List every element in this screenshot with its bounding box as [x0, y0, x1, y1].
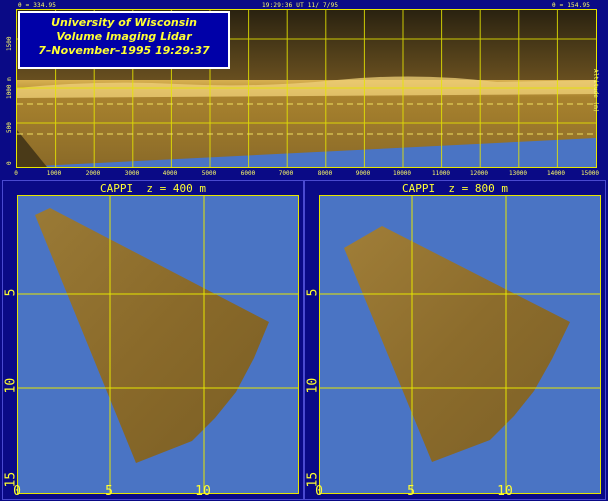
rhi-ytick-500: 500 [6, 122, 13, 133]
rhi-xtick: 3000 [124, 170, 140, 177]
cappi-plot-800[interactable] [319, 195, 601, 494]
rhi-xtick: 5000 [201, 170, 217, 177]
app-window: θ = 334.95 19:29:36 UT 11/ 7/95 θ = 154.… [0, 0, 608, 501]
rhi-ytick-0: 0 [6, 161, 13, 165]
rhi-left-azimuth: θ = 334.95 [18, 2, 57, 9]
cappi-xtick: 10 [195, 484, 211, 499]
cappi-ytick: 5 [3, 288, 19, 297]
cappi-image-800 [320, 196, 600, 493]
rhi-xtick: 15000 [580, 170, 600, 177]
rhi-xtick: 4000 [162, 170, 178, 177]
rhi-xtick: 9000 [355, 170, 371, 177]
rhi-xtick: 8000 [317, 170, 333, 177]
title-line-2: Volume Imaging Lidar [56, 30, 192, 43]
cappi-plot-400[interactable] [17, 195, 299, 494]
rhi-xtick: 2000 [85, 170, 101, 177]
cappi-ytick: 10 [305, 377, 321, 394]
rhi-xtick: 13000 [508, 170, 528, 177]
title-box: University of Wisconsin Volume Imaging L… [18, 11, 230, 69]
rhi-xtick: 10000 [392, 170, 412, 177]
title-line-1: University of Wisconsin [51, 16, 197, 29]
rhi-xtick: 12000 [469, 170, 489, 177]
rhi-xtick: 6000 [240, 170, 256, 177]
rhi-ytick-1000: 1000 m [6, 77, 13, 99]
rhi-xtick: 14000 [546, 170, 566, 177]
rhi-timestamp: 19:29:36 UT 11/ 7/95 [262, 2, 339, 9]
cappi-panel-400: CAPPI z = 400 m 5 10 15 0 5 10 [2, 180, 304, 500]
rhi-xtick: 1000 [46, 170, 62, 177]
title-line-3: 7–November–1995 19:29:37 [38, 44, 210, 57]
cappi-panel-800: CAPPI z = 800 m 5 10 15 0 5 10 [304, 180, 606, 500]
cappi-title-400: CAPPI z = 400 m [100, 182, 206, 195]
rhi-altitude-label: Altitude (m) [592, 69, 599, 113]
rhi-ytick-1500: 1500 [6, 36, 13, 51]
rhi-xtick: 7000 [278, 170, 294, 177]
rhi-xtick: 11000 [431, 170, 451, 177]
cappi-xtick: 5 [407, 484, 415, 499]
cappi-title-800: CAPPI z = 800 m [402, 182, 508, 195]
cappi-ytick: 5 [305, 288, 321, 297]
cappi-xtick: 0 [315, 484, 323, 499]
cappi-ytick: 10 [3, 377, 19, 394]
cappi-xtick: 0 [13, 484, 21, 499]
cappi-xtick: 5 [105, 484, 113, 499]
cappi-xtick: 10 [497, 484, 513, 499]
cappi-image-400 [18, 196, 298, 493]
rhi-right-azimuth: θ = 154.95 [552, 2, 591, 9]
rhi-xtick: 0 [14, 170, 18, 177]
rhi-panel: θ = 334.95 19:29:36 UT 11/ 7/95 θ = 154.… [4, 1, 604, 179]
